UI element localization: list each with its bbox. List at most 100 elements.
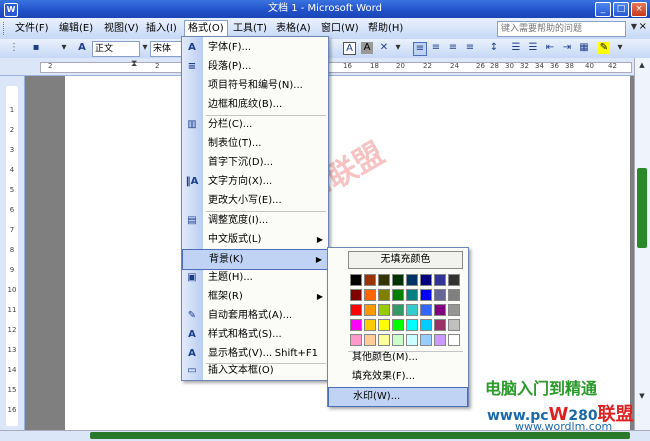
menu-item-change-case[interactable]: 更改大小写(E)... <box>182 191 328 210</box>
color-swatch[interactable] <box>392 304 404 316</box>
menu-item-fit-text[interactable]: ▤ 调整宽度(I)... <box>182 211 328 230</box>
color-swatch[interactable] <box>420 304 432 316</box>
menu-item-fill-effects[interactable]: 填充效果(F)... <box>328 368 468 386</box>
color-swatch[interactable] <box>448 319 460 331</box>
menu-item-drop-cap[interactable]: 首字下沉(D)... <box>182 153 328 172</box>
color-swatch[interactable] <box>448 304 460 316</box>
scale-chevron-down-icon[interactable]: ▾ <box>392 42 404 54</box>
help-search-input[interactable]: 键入需要帮助的问题 <box>497 21 626 37</box>
menu-edit[interactable]: 编辑(E) <box>56 21 96 36</box>
color-swatch[interactable] <box>364 304 376 316</box>
color-swatch[interactable] <box>378 289 390 301</box>
color-swatch[interactable] <box>420 319 432 331</box>
line-spacing-icon[interactable]: ↕ <box>488 42 500 54</box>
chevron-down-icon[interactable]: ▼ <box>631 22 637 31</box>
menu-help[interactable]: 帮助(H) <box>365 21 406 36</box>
maximize-button[interactable]: □ <box>613 2 629 17</box>
menu-item-styles-formatting[interactable]: A 样式和格式(S)... <box>182 325 328 344</box>
menu-item-asian-layout[interactable]: 中文版式(L) ▶ <box>182 230 328 249</box>
increase-indent-icon[interactable]: ⇥ <box>561 42 573 54</box>
color-swatch[interactable] <box>434 289 446 301</box>
color-swatch[interactable] <box>434 274 446 286</box>
horizontal-scroll-thumb[interactable] <box>90 432 630 439</box>
document-close-icon[interactable]: × <box>639 21 647 32</box>
indent-marker-icon[interactable]: ⧗ <box>131 59 137 69</box>
borders-icon[interactable]: ▦ <box>578 42 590 54</box>
save-icon[interactable]: ▪ <box>30 42 42 54</box>
menu-view[interactable]: 视图(V) <box>101 21 142 36</box>
scroll-down-icon[interactable]: ▼ <box>636 390 648 402</box>
align-center-icon[interactable]: ≡ <box>430 42 442 54</box>
no-fill-button[interactable]: 无填充颜色 <box>348 251 463 269</box>
scale-icon[interactable]: ✕ <box>378 42 390 54</box>
color-swatch[interactable] <box>378 274 390 286</box>
highlight-icon[interactable]: ✎ <box>598 42 610 54</box>
color-swatch[interactable] <box>392 319 404 331</box>
scroll-up-icon[interactable]: ▲ <box>636 59 648 71</box>
color-swatch[interactable] <box>406 319 418 331</box>
color-swatch[interactable] <box>448 289 460 301</box>
color-swatch[interactable] <box>420 274 432 286</box>
menu-item-tabs[interactable]: 制表位(T)... <box>182 134 328 153</box>
bullets-icon[interactable]: ☰ <box>527 42 539 54</box>
menu-item-more-colors[interactable]: 其他颜色(M)... <box>328 349 468 367</box>
color-swatch[interactable] <box>364 334 376 346</box>
char-border-button[interactable]: A <box>343 42 356 55</box>
menubar-grip[interactable] <box>3 22 7 35</box>
word-app-icon[interactable]: W <box>4 3 18 17</box>
align-justify-icon[interactable]: ≡ <box>413 42 427 56</box>
styles-pane-icon[interactable]: A <box>76 42 88 54</box>
color-swatch[interactable] <box>378 304 390 316</box>
menu-window[interactable]: 窗口(W) <box>318 21 362 36</box>
color-swatch[interactable] <box>364 289 376 301</box>
color-swatch[interactable] <box>406 274 418 286</box>
color-swatch[interactable] <box>350 319 362 331</box>
menu-tools[interactable]: 工具(T) <box>230 21 270 36</box>
menu-item-autoformat[interactable]: ✎ 自动套用格式(A)... <box>182 306 328 325</box>
scroll-thumb[interactable] <box>637 168 647 248</box>
menu-item-frames[interactable]: 框架(R) ▶ <box>182 287 328 306</box>
highlight-chevron-down-icon[interactable]: ▾ <box>614 42 626 54</box>
font-select[interactable]: 宋体 <box>150 41 182 57</box>
color-swatch[interactable] <box>434 319 446 331</box>
color-swatch[interactable] <box>364 319 376 331</box>
color-swatch[interactable] <box>434 304 446 316</box>
color-swatch[interactable] <box>406 289 418 301</box>
color-swatch[interactable] <box>378 334 390 346</box>
color-swatch[interactable] <box>448 274 460 286</box>
color-swatch[interactable] <box>406 334 418 346</box>
minimize-button[interactable]: _ <box>595 2 611 17</box>
color-swatch[interactable] <box>350 304 362 316</box>
vertical-ruler[interactable]: 1 2 3 4 5 6 7 8 9 10 11 12 13 14 15 16 <box>0 76 25 431</box>
menu-item-columns[interactable]: ▥ 分栏(C)... <box>182 115 328 134</box>
color-swatch[interactable] <box>392 289 404 301</box>
menu-item-font[interactable]: A 字体(F)... <box>182 38 328 57</box>
color-swatch[interactable] <box>350 334 362 346</box>
color-swatch[interactable] <box>350 289 362 301</box>
menu-item-borders-shading[interactable]: 边框和底纹(B)... <box>182 95 328 114</box>
color-swatch[interactable] <box>406 304 418 316</box>
close-button[interactable]: × <box>631 2 647 17</box>
menu-item-text-direction[interactable]: ‖A 文字方向(X)... <box>182 172 328 191</box>
color-swatch[interactable] <box>420 334 432 346</box>
toolbar-options-icon[interactable]: ▾ <box>58 42 70 54</box>
style-select[interactable]: 正文 <box>92 41 140 57</box>
color-swatch[interactable] <box>434 334 446 346</box>
color-swatch[interactable] <box>448 334 460 346</box>
menu-item-bullets-numbering[interactable]: 项目符号和编号(N)... <box>182 76 328 95</box>
numbering-icon[interactable]: ☰ <box>510 42 522 54</box>
color-swatch[interactable] <box>378 319 390 331</box>
char-shading-button[interactable]: A <box>361 42 373 54</box>
color-swatch[interactable] <box>392 274 404 286</box>
menu-table[interactable]: 表格(A) <box>273 21 314 36</box>
menu-insert[interactable]: 插入(I) <box>143 21 180 36</box>
menu-item-theme[interactable]: ▣ 主题(H)... <box>182 268 328 287</box>
color-swatch[interactable] <box>350 274 362 286</box>
menu-item-insert-textbox[interactable]: ▭ 插入文本框(O) <box>182 361 328 380</box>
color-swatch[interactable] <box>364 274 376 286</box>
menu-item-watermark[interactable]: 水印(W)... <box>328 387 468 407</box>
color-swatch[interactable] <box>392 334 404 346</box>
decrease-indent-icon[interactable]: ⇤ <box>544 42 556 54</box>
color-swatch[interactable] <box>420 289 432 301</box>
menu-item-background[interactable]: 背景(K) ▶ <box>182 249 328 270</box>
